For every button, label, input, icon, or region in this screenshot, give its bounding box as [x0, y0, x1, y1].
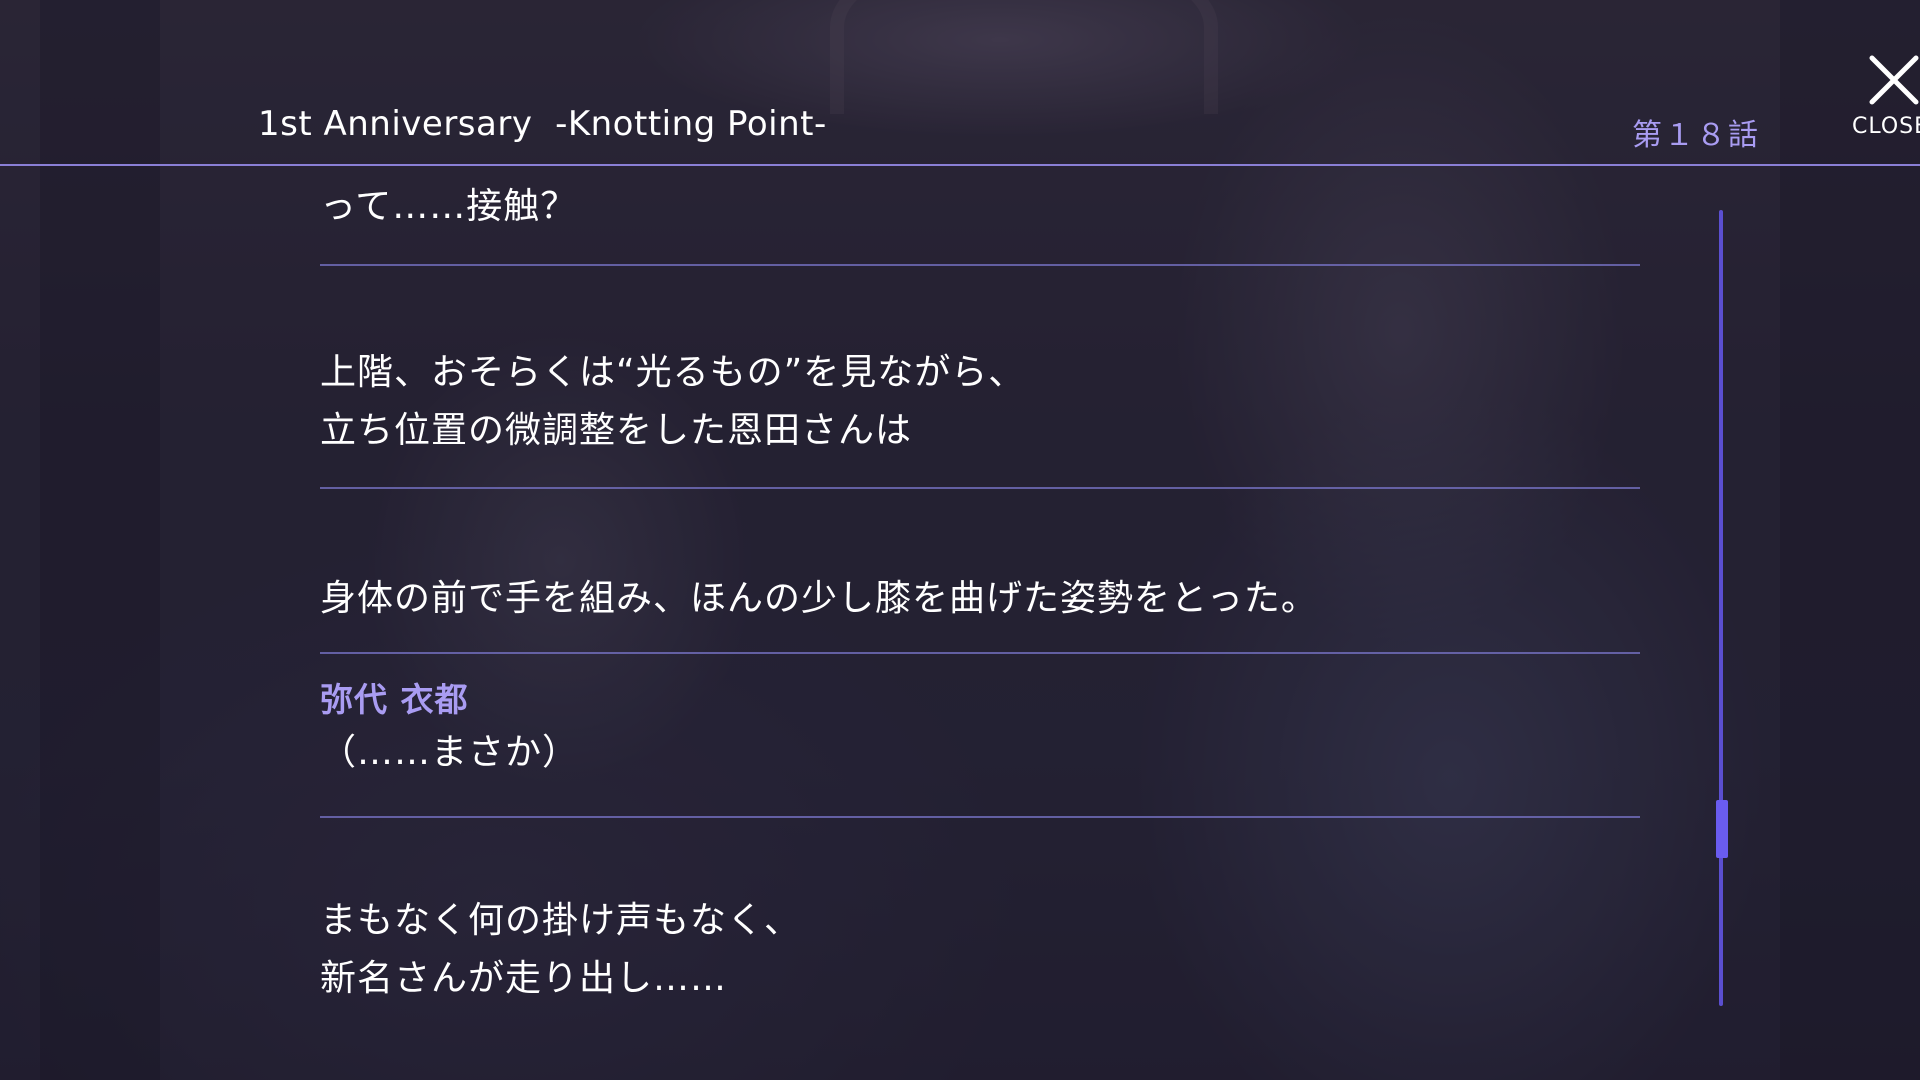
log-entry[interactable]: 身体の前で手を組み、ほんの少し膝を曲げた姿勢をとった。 [320, 570, 1640, 628]
log-divider [320, 652, 1640, 654]
story-title: 1st Anniversary -Knotting Point- [258, 104, 827, 144]
speaker-name: 弥代 衣都 [320, 680, 469, 719]
log-divider [320, 264, 1640, 266]
log-entry-text: 身体の前で手を組み、ほんの少し膝を曲げた姿勢をとった。 [320, 578, 1318, 619]
log-divider [320, 816, 1640, 818]
header-divider [0, 164, 1920, 166]
close-button[interactable]: CLOSE [1846, 48, 1920, 148]
log-entry[interactable]: って……接触？ [320, 178, 1640, 236]
chapter-label: 第１８話 [1632, 118, 1760, 153]
story-log-screen: 1st Anniversary -Knotting Point- 第１８話 CL… [0, 0, 1920, 1080]
scrollbar-thumb[interactable] [1716, 800, 1728, 859]
close-label: CLOSE [1852, 114, 1920, 139]
log-entry[interactable]: 弥代 衣都 （……まさか） [320, 676, 1640, 782]
backlog-list[interactable]: って……接触？ 上階、おそらくは“光るもの”を見ながら、 立ち位置の微調整をした… [320, 168, 1640, 1080]
close-icon [1869, 55, 1919, 105]
log-divider [320, 487, 1640, 489]
log-entry[interactable]: まもなく何の掛け声もなく、 新名さんが走り出し…… [320, 892, 1640, 1008]
scrollbar-track[interactable] [1719, 210, 1723, 1006]
log-entry-text: って……接触？ [320, 186, 578, 227]
log-entry-text: まもなく何の掛け声もなく、 新名さんが走り出し…… [320, 900, 802, 999]
log-entry[interactable]: 上階、おそらくは“光るもの”を見ながら、 立ち位置の微調整をした恩田さんは [320, 344, 1640, 460]
log-entry-text: （……まさか） [320, 732, 580, 773]
log-entry-text: 上階、おそらくは“光るもの”を見ながら、 立ち位置の微調整をした恩田さんは [320, 352, 1026, 451]
